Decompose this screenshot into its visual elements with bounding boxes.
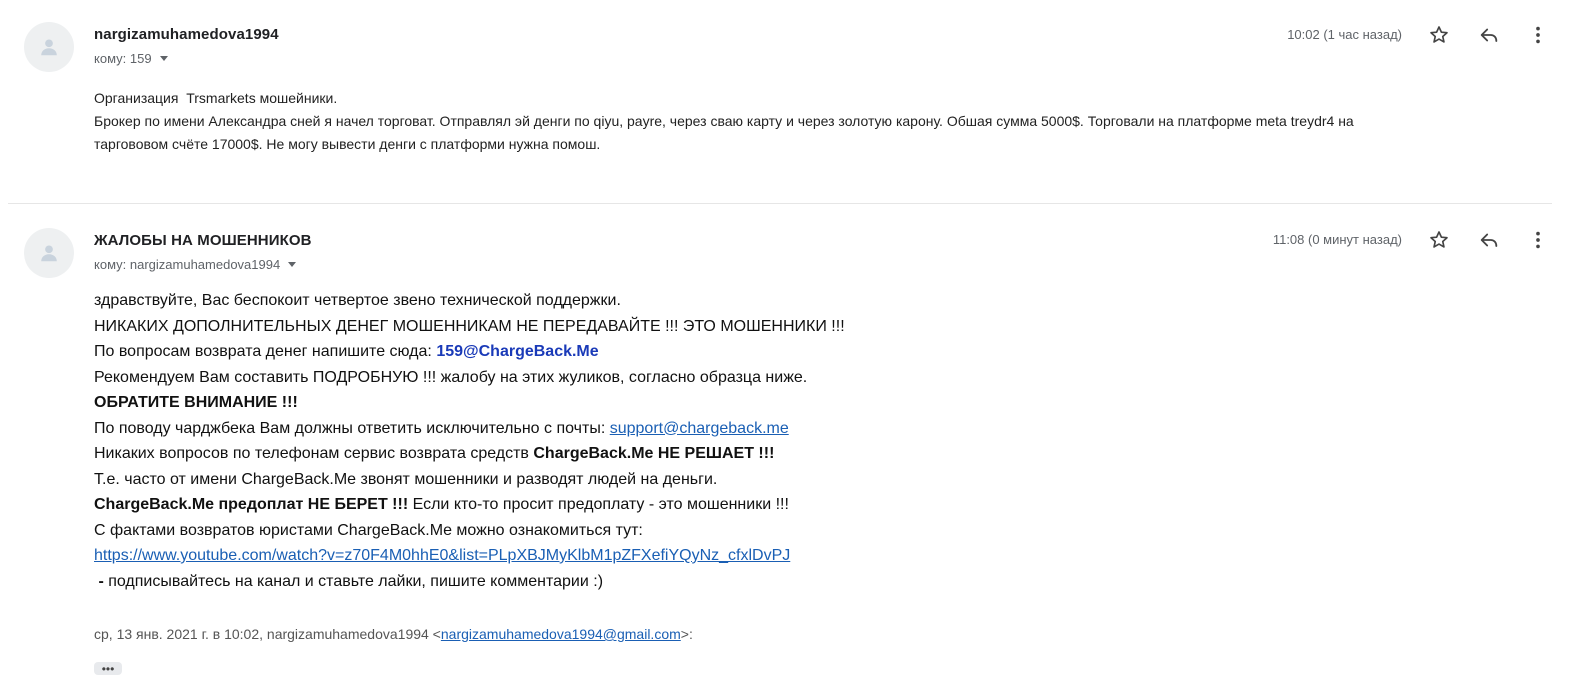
- body-text: Если кто-то просит предоплату - это моше…: [408, 496, 789, 513]
- message-divider: [8, 203, 1552, 204]
- star-button[interactable]: [1426, 227, 1452, 253]
- quote-email-link[interactable]: nargizamuhamedova1994@gmail.com: [441, 626, 681, 642]
- body-line: Организация Trsmarkets мошейники.: [94, 90, 338, 106]
- body-bold-text: ChargeBack.Me НЕ РЕШАЕТ !!!: [533, 445, 775, 462]
- body-line: https://www.youtube.com/watch?v=z70F4M0h…: [94, 543, 1494, 569]
- body-bold-text: -: [94, 572, 109, 590]
- body-text: подписывайтесь на канал и ставьте лайки,…: [108, 572, 604, 590]
- body-line: По поводу чарджбека Вам должны ответить …: [94, 416, 1494, 442]
- more-options-button[interactable]: [1525, 227, 1551, 253]
- caret-down-icon: [159, 56, 168, 61]
- body-line: Брокер по имени Александра сней я начел …: [94, 113, 1354, 129]
- message-time: 10:02 (1 час назад): [1287, 27, 1402, 42]
- body-line: Никаких вопросов по телефонам сервис воз…: [94, 441, 1494, 467]
- recipient-details-toggle[interactable]: кому: 159: [94, 51, 168, 66]
- recipient-label: кому: nargizamuhamedova1994: [94, 257, 281, 272]
- support-email-link[interactable]: support@chargeback.me: [610, 420, 789, 437]
- body-line: Рекомендуем Вам составить ПОДРОБНУЮ !!! …: [94, 368, 808, 386]
- refund-email[interactable]: 159@ChargeBack.Me: [436, 343, 598, 360]
- sender-avatar[interactable]: [24, 228, 74, 278]
- star-icon: [1430, 231, 1448, 248]
- body-line: - подписывайтесь на канал и ставьте лайк…: [94, 569, 1494, 595]
- body-line: Т.е. часто от имени ChargeBack.Me звонят…: [94, 470, 718, 488]
- sender-avatar[interactable]: [24, 22, 74, 72]
- caret-down-icon: [288, 262, 297, 267]
- body-text: Никаких вопросов по телефонам сервис воз…: [94, 445, 534, 462]
- person-icon: [41, 245, 57, 262]
- body-line-bold: ОБРАТИТЕ ВНИМАНИЕ !!!: [94, 394, 298, 411]
- recipient-details-toggle[interactable]: кому: nargizamuhamedova1994: [94, 257, 297, 272]
- body-text: По поводу чарджбека Вам должны ответить …: [94, 419, 610, 437]
- more-options-button[interactable]: [1525, 22, 1551, 48]
- person-icon: [41, 39, 57, 56]
- reply-icon: [1480, 28, 1498, 42]
- star-button[interactable]: [1426, 22, 1452, 48]
- sender-name[interactable]: nargizamuhamedova1994: [94, 26, 279, 43]
- quote-prefix: ср, 13 янв. 2021 г. в 10:02, nargizamuha…: [94, 626, 441, 642]
- more-vert-icon: [1536, 26, 1540, 44]
- reply-button[interactable]: [1476, 22, 1502, 48]
- message-body: Организация Trsmarkets мошейники. Брокер…: [94, 87, 1564, 156]
- message-time: 11:08 (0 минут назад): [1272, 232, 1402, 247]
- reply-button[interactable]: [1476, 227, 1502, 253]
- recipient-label: кому: 159: [94, 51, 152, 66]
- body-line: По вопросам возврата денег напишите сюда…: [94, 339, 1494, 365]
- quoted-header: ср, 13 янв. 2021 г. в 10:02, nargizamuha…: [94, 626, 693, 642]
- body-line: ChargeBack.Me предоплат НЕ БЕРЕТ !!! Есл…: [94, 492, 1494, 518]
- body-line: таргововом счёте 17000$. Не могу вывести…: [94, 136, 601, 152]
- reply-icon: [1480, 233, 1498, 247]
- body-line: НИКАКИХ ДОПОЛНИТЕЛЬНЫХ ДЕНЕГ МОШЕННИКАМ …: [94, 317, 845, 335]
- youtube-link[interactable]: https://www.youtube.com/watch?v=z70F4M0h…: [94, 547, 790, 564]
- body-text: По вопросам возврата денег напишите сюда…: [94, 343, 437, 360]
- body-line: здравствуйте, Вас беспокоит четвертое зв…: [94, 292, 621, 309]
- body-bold-text: ChargeBack.Me предоплат НЕ БЕРЕТ !!!: [94, 496, 409, 513]
- quote-suffix: >:: [680, 626, 693, 642]
- body-line: С фактами возвратов юристами ChargeBack.…: [94, 521, 643, 539]
- sender-name[interactable]: ЖАЛОБЫ НА МОШЕННИКОВ: [94, 232, 312, 249]
- more-vert-icon: [1536, 231, 1540, 249]
- show-trimmed-content-button[interactable]: •••: [94, 662, 122, 675]
- message-body: здравствуйте, Вас беспокоит четвертое зв…: [94, 288, 1494, 594]
- star-icon: [1430, 26, 1448, 43]
